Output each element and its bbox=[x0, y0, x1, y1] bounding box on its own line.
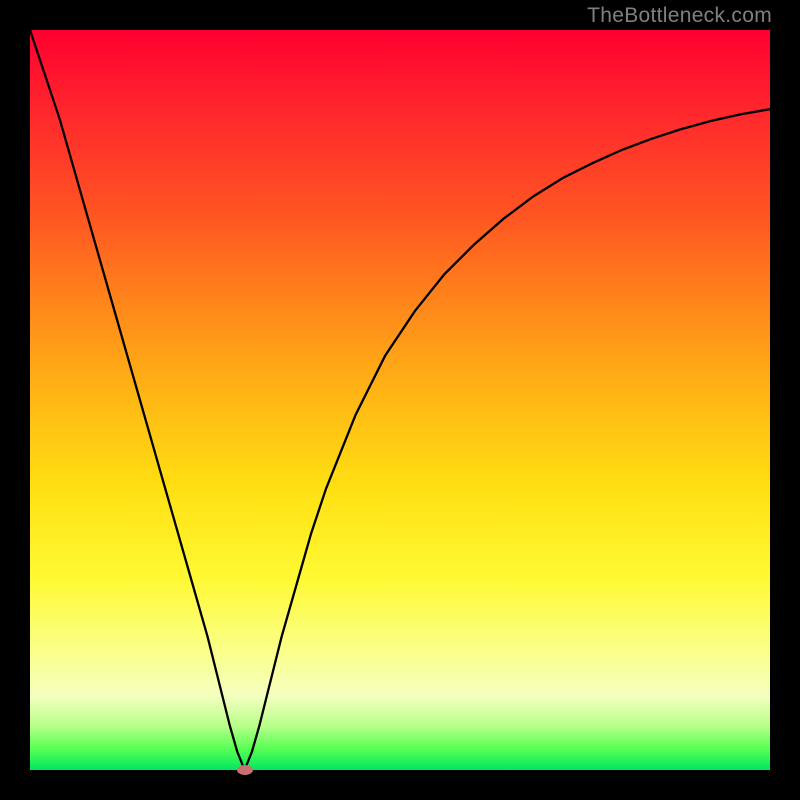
minimum-marker bbox=[237, 765, 253, 775]
curve-line bbox=[30, 30, 770, 770]
plot-area bbox=[30, 30, 770, 770]
watermark-text: TheBottleneck.com bbox=[587, 4, 772, 28]
chart-frame: TheBottleneck.com bbox=[0, 0, 800, 800]
bottleneck-curve bbox=[30, 30, 770, 770]
